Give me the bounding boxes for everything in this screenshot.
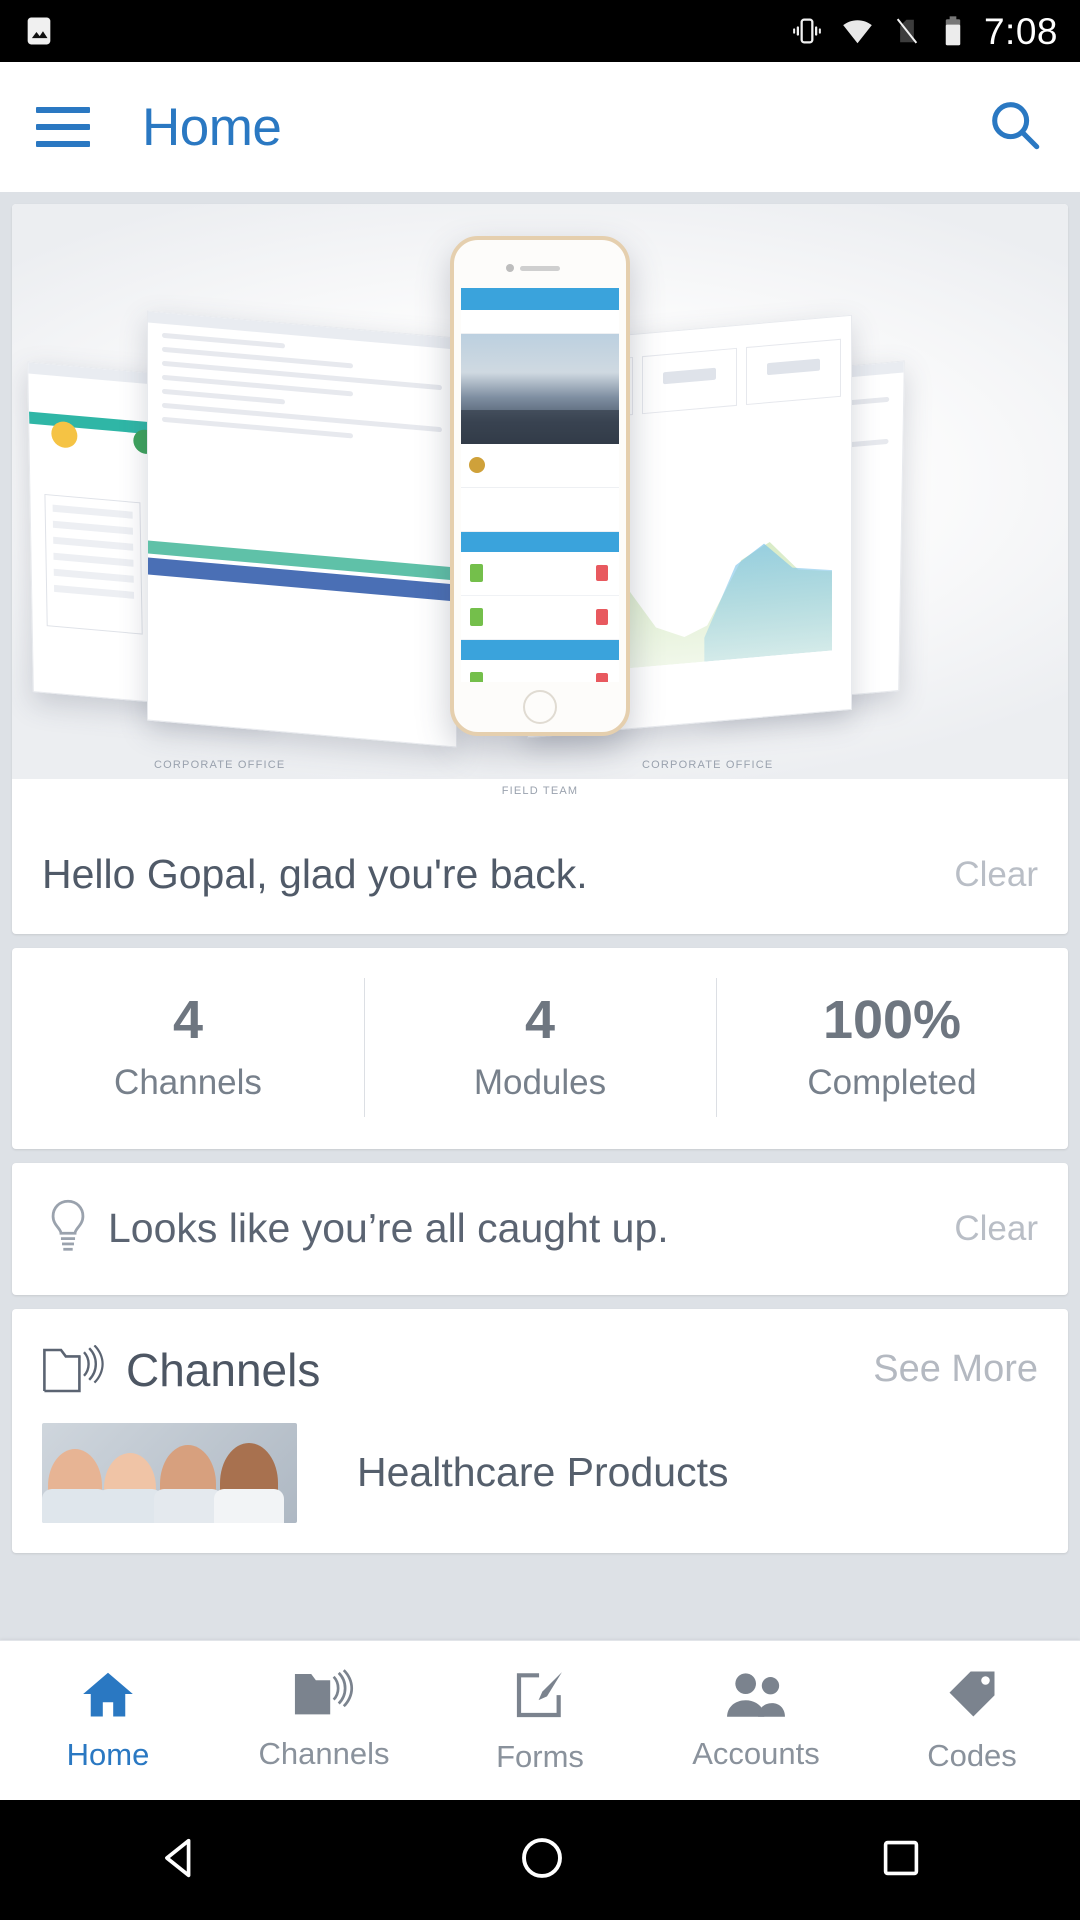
stat-label: Modules bbox=[473, 1062, 607, 1102]
back-triangle-icon[interactable] bbox=[155, 1832, 207, 1889]
hero-screen-left-inner bbox=[147, 310, 457, 748]
stat-modules: 4 Modules bbox=[364, 978, 716, 1117]
android-status-bar: 7:08 bbox=[0, 0, 1080, 62]
bottom-navigation-bar: Home Channels Forms Accounts Codes bbox=[0, 1640, 1080, 1800]
hero-caption-left: CORPORATE OFFICE bbox=[154, 759, 286, 771]
stat-label: Completed bbox=[807, 1062, 977, 1102]
people-icon bbox=[725, 1669, 787, 1724]
nav-label: Codes bbox=[927, 1738, 1017, 1773]
channel-folder-icon bbox=[42, 1344, 106, 1395]
app-screen: 7:08 Home CORPORATE OFFICE CORPORATE OFF… bbox=[0, 0, 1080, 1920]
stat-completed: 100% Completed bbox=[716, 978, 1068, 1117]
caught-up-text: Looks like you’re all caught up. bbox=[108, 1205, 669, 1252]
app-bar: Home bbox=[0, 62, 1080, 192]
home-icon bbox=[79, 1668, 137, 1725]
stat-value: 4 bbox=[172, 990, 204, 1050]
nav-item-home[interactable]: Home bbox=[0, 1668, 216, 1773]
battery-icon bbox=[940, 15, 966, 47]
hamburger-menu-icon[interactable] bbox=[36, 107, 90, 147]
stat-value: 4 bbox=[524, 990, 556, 1050]
see-more-button[interactable]: See More bbox=[873, 1348, 1038, 1391]
home-circle-icon[interactable] bbox=[516, 1832, 568, 1889]
greeting-clear-button[interactable]: Clear bbox=[954, 855, 1038, 895]
hero-caption-right: CORPORATE OFFICE bbox=[642, 759, 774, 771]
nav-label: Home bbox=[66, 1737, 150, 1772]
channels-section-title: Channels bbox=[126, 1343, 321, 1396]
nav-label: Channels bbox=[258, 1736, 390, 1771]
nav-label: Forms bbox=[496, 1739, 584, 1774]
android-system-nav bbox=[0, 1800, 1080, 1920]
stats-card: 4 Channels 4 Modules 100% Completed bbox=[12, 948, 1068, 1149]
nav-item-codes[interactable]: Codes bbox=[864, 1667, 1080, 1774]
channel-thumbnail bbox=[42, 1422, 297, 1523]
caught-up-card: Looks like you’re all caught up. Clear bbox=[12, 1162, 1068, 1295]
vibrate-icon bbox=[791, 15, 823, 47]
tag-icon bbox=[943, 1667, 1001, 1726]
channel-list-item[interactable]: Healthcare Products bbox=[12, 1415, 1068, 1553]
channels-card: Channels See More Healthcare Products bbox=[12, 1308, 1068, 1553]
folder-signal-icon bbox=[293, 1669, 355, 1724]
lightbulb-icon bbox=[42, 1197, 94, 1261]
search-icon[interactable] bbox=[986, 96, 1044, 159]
nav-label: Accounts bbox=[692, 1736, 820, 1771]
greeting-text: Hello Gopal, glad you're back. bbox=[42, 851, 588, 897]
channel-name: Healthcare Products bbox=[357, 1449, 729, 1496]
nav-item-channels[interactable]: Channels bbox=[216, 1669, 432, 1772]
status-bar-clock: 7:08 bbox=[983, 10, 1058, 52]
stat-channels: 4 Channels bbox=[12, 992, 364, 1103]
greeting-row: Hello Gopal, glad you're back. Clear bbox=[12, 821, 1068, 934]
nav-item-forms[interactable]: Forms bbox=[432, 1666, 648, 1775]
nav-item-accounts[interactable]: Accounts bbox=[648, 1669, 864, 1772]
caught-up-clear-button[interactable]: Clear bbox=[954, 1209, 1038, 1249]
stat-label: Channels bbox=[114, 1062, 262, 1102]
hero-phone-mockup bbox=[450, 236, 630, 736]
stat-value: 100% bbox=[822, 990, 962, 1050]
wifi-icon bbox=[841, 15, 874, 48]
recents-square-icon[interactable] bbox=[877, 1834, 925, 1887]
page-title: Home bbox=[142, 97, 282, 157]
image-icon bbox=[22, 14, 56, 48]
no-sim-icon bbox=[892, 16, 922, 46]
hero-caption-center: FIELD TEAM bbox=[501, 785, 579, 797]
form-edit-icon bbox=[512, 1666, 568, 1727]
scroll-content[interactable]: CORPORATE OFFICE CORPORATE OFFICE FIELD … bbox=[0, 192, 1080, 1640]
hero-promo-image: CORPORATE OFFICE CORPORATE OFFICE bbox=[12, 204, 1068, 779]
hero-card: CORPORATE OFFICE CORPORATE OFFICE FIELD … bbox=[12, 204, 1068, 934]
